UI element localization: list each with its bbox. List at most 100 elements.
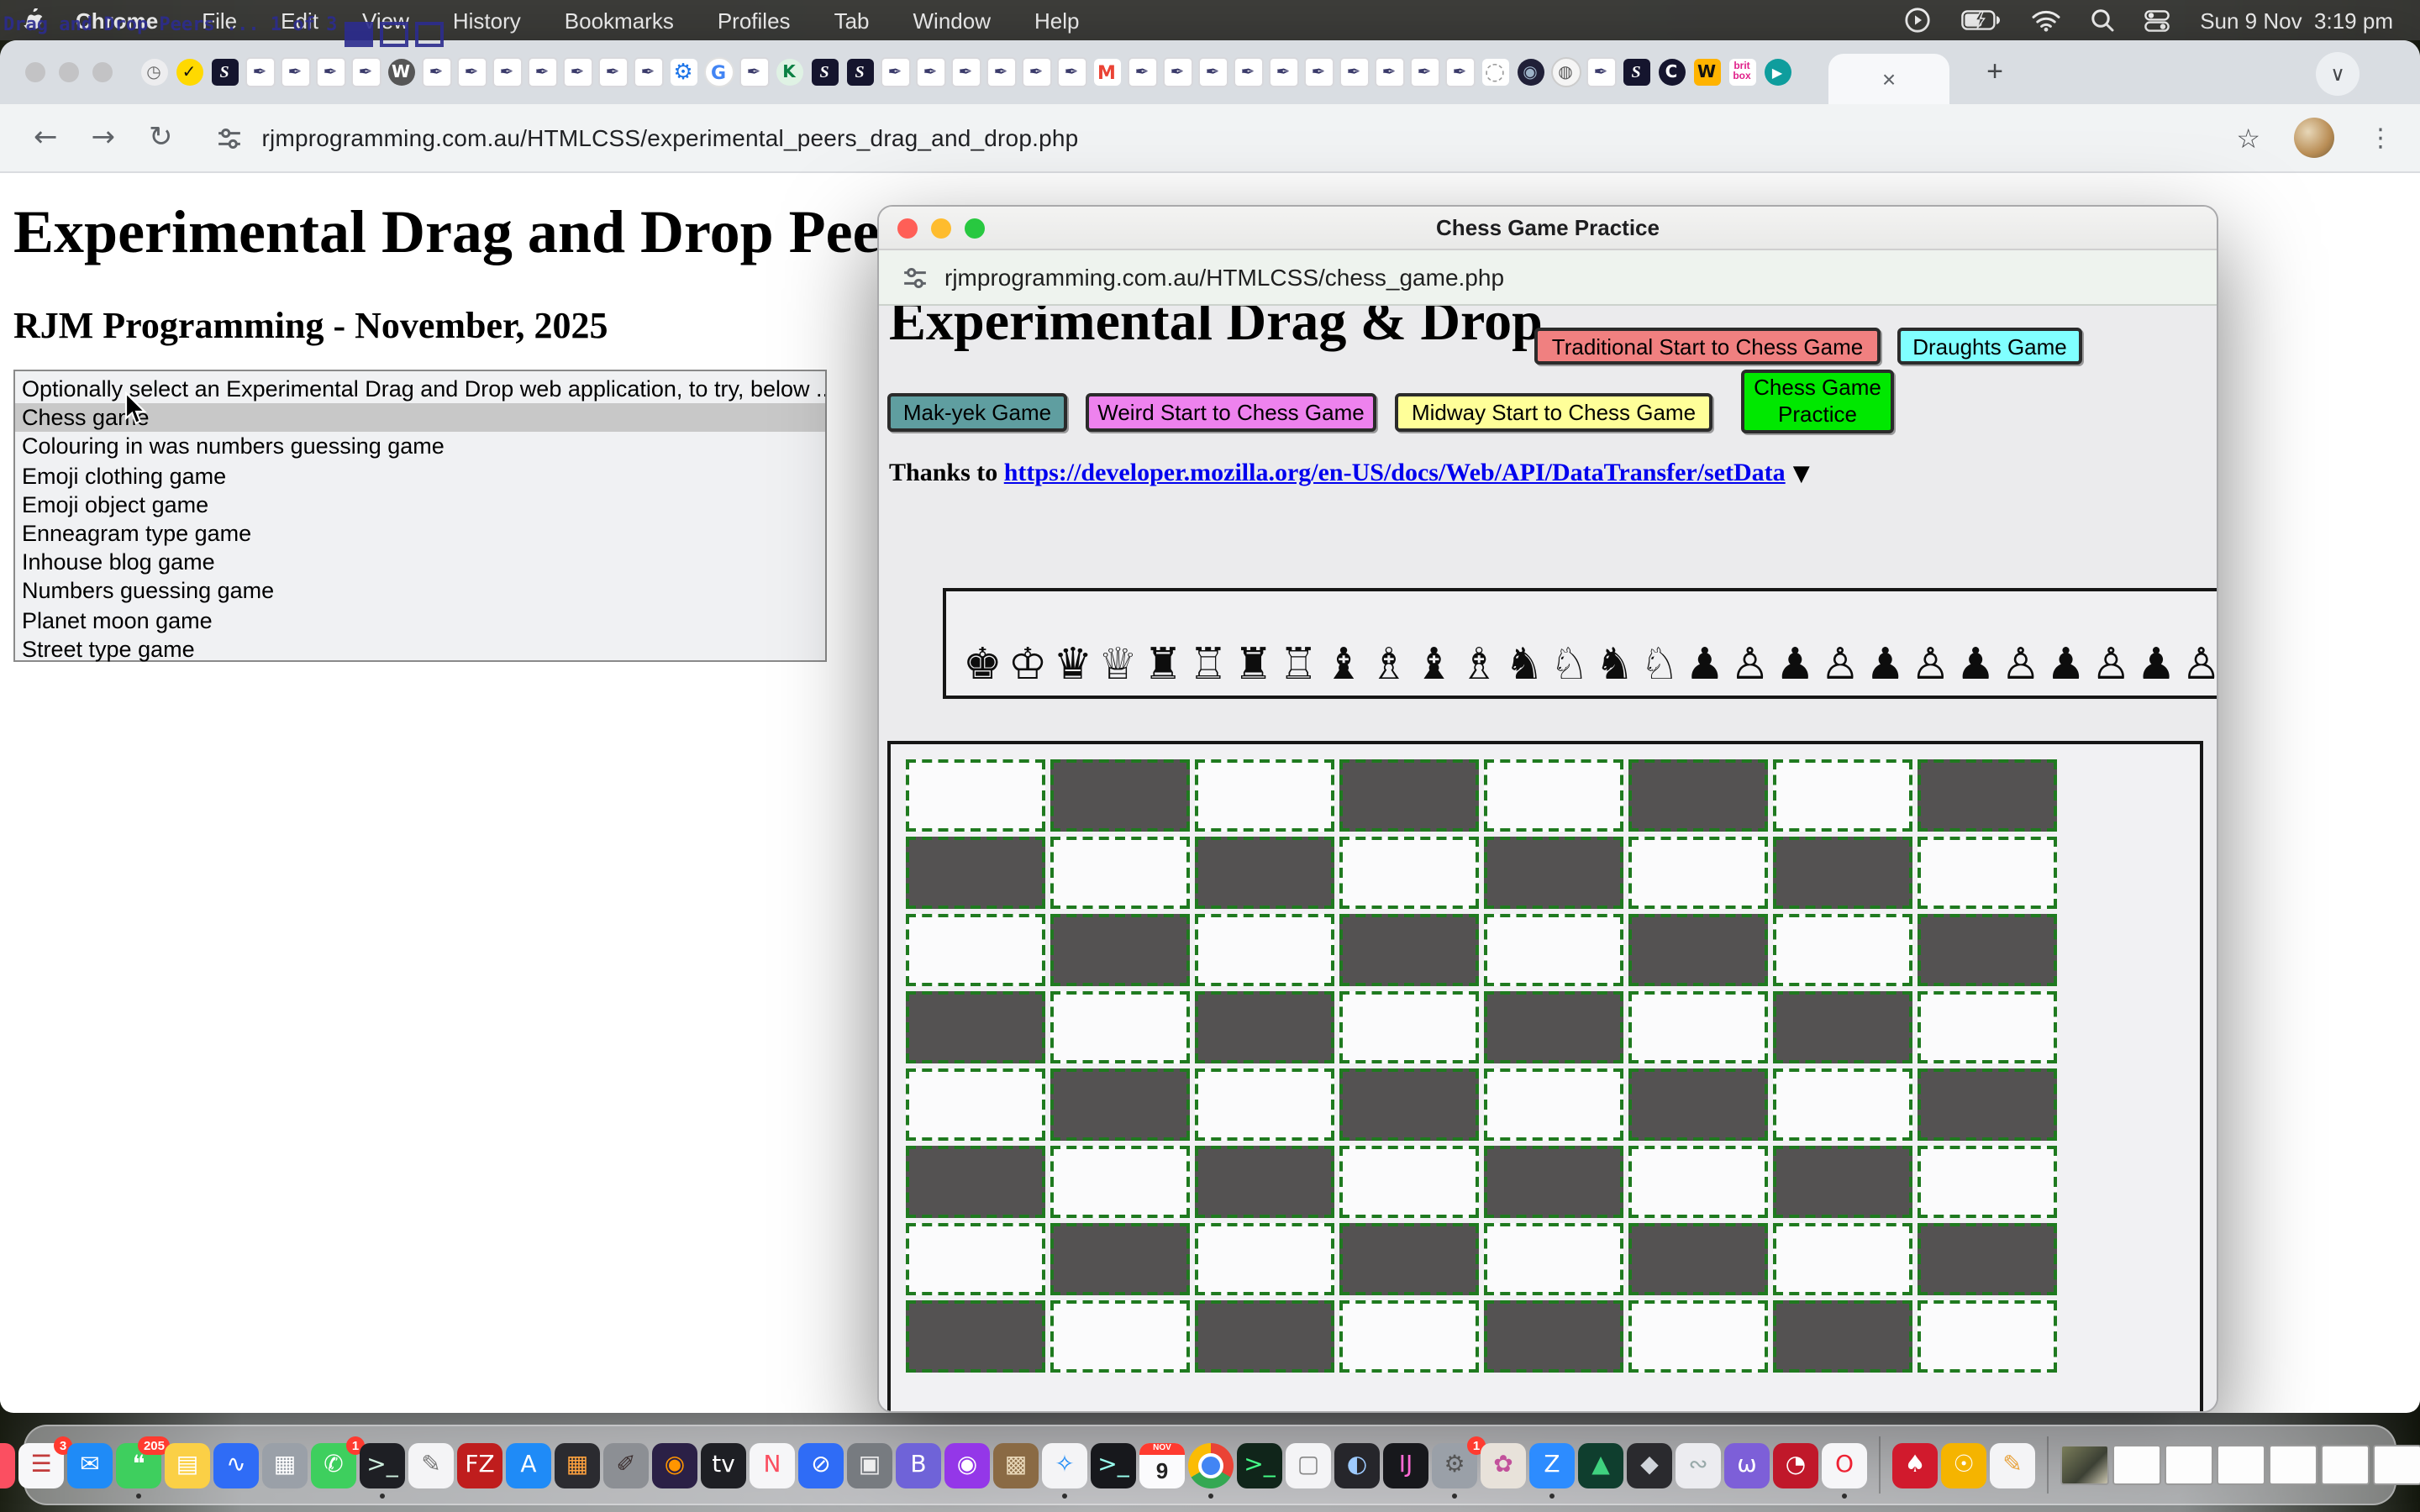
browser-tab[interactable]: ✒ [242,47,277,97]
dock-min-window-1[interactable] [2112,1445,2161,1485]
profile-avatar[interactable] [2294,118,2334,158]
reload-icon[interactable]: ↻ [149,121,173,155]
browser-tab[interactable]: ✒ [1265,47,1301,97]
board-cell[interactable] [1195,759,1334,832]
board-cell[interactable] [1773,1223,1912,1295]
listbox-option[interactable]: Planet moon game [15,606,825,634]
browser-tab[interactable]: ✒ [948,47,983,97]
dock-pages[interactable]: ✎ [1990,1442,2035,1488]
browser-tab[interactable]: ✒ [1583,47,1618,97]
board-cell[interactable] [1918,759,2057,832]
board-cell[interactable] [1918,1146,2057,1218]
site-settings-icon[interactable] [217,125,242,150]
dock-opera[interactable]: O [1822,1442,1867,1488]
browser-tab[interactable]: S [207,47,242,97]
bookmark-star-icon[interactable]: ☆ [2236,122,2260,154]
browser-tab[interactable]: ✒ [1336,47,1371,97]
board-cell[interactable] [906,759,1045,832]
board-cell[interactable] [1918,1223,2057,1295]
dock-intellij[interactable]: IJ [1383,1442,1428,1488]
dock-terminal[interactable]: >_ [360,1442,405,1488]
board-cell[interactable] [1195,1146,1334,1218]
chess-piece[interactable]: ♝ [1324,643,1364,687]
board-cell[interactable] [1773,837,1912,909]
dock-zoom[interactable]: Z [1529,1442,1575,1488]
chess-piece[interactable]: ♜ [1234,643,1273,687]
dock-pastel-cat[interactable]: ω [1724,1442,1770,1488]
browser-tab[interactable]: ✒ [736,47,771,97]
board-cell[interactable] [1339,1223,1479,1295]
browser-tab[interactable]: W [383,47,418,97]
board-cell[interactable] [1628,759,1768,832]
menu-item-file[interactable]: File [202,8,237,33]
browser-tab[interactable]: ✒ [983,47,1018,97]
chess-piece[interactable]: ♟ [1865,643,1905,687]
browser-tab[interactable]: ✒ [313,47,348,97]
dock-screenshot-thumb[interactable] [2060,1445,2109,1485]
board-cell[interactable] [1918,837,2057,909]
dock-facetime[interactable]: ✆1 [311,1442,356,1488]
chess-piece[interactable]: ♟ [1956,643,1996,687]
chess-piece[interactable]: ♞ [1595,643,1634,687]
chess-piece[interactable]: ♚ [963,643,1002,687]
dock-prism[interactable]: ▲ [1578,1442,1623,1488]
dock-bbedit[interactable]: B [896,1442,941,1488]
board-cell[interactable] [1918,991,2057,1063]
board-cell[interactable] [1628,914,1768,986]
chess-piece[interactable]: ♖ [1279,643,1318,687]
board-cell[interactable] [1628,1146,1768,1218]
dock-news[interactable]: N [750,1442,795,1488]
chess-piece[interactable]: ♟ [1776,643,1815,687]
browser-tab[interactable]: ✓ [171,47,207,97]
board-cell[interactable] [1195,914,1334,986]
chess-piece[interactable]: ♜ [1144,643,1183,687]
chess-piece[interactable]: ♔ [1008,643,1048,687]
menu-item-help[interactable]: Help [1034,8,1080,33]
mak-yek-game-button[interactable]: Mak-yek Game [887,393,1067,432]
board-cell[interactable] [1628,1068,1768,1141]
browser-tab[interactable]: ✒ [877,47,913,97]
board-cell[interactable] [906,991,1045,1063]
browser-tab[interactable]: ✒ [348,47,383,97]
browser-tab[interactable]: ✒ [1301,47,1336,97]
board-cell[interactable] [1773,1300,1912,1373]
back-icon[interactable]: ← [34,121,58,155]
draughts-game-button[interactable]: Draughts Game [1897,328,2082,365]
dock-min-window-3[interactable] [2217,1445,2265,1485]
browser-tab[interactable]: ✒ [1371,47,1407,97]
dock-min-window-2[interactable] [2165,1445,2213,1485]
browser-tab[interactable]: ⚙ [666,47,701,97]
board-cell[interactable] [1628,991,1768,1063]
dock-gimp[interactable]: ✐ [603,1442,649,1488]
listbox-option[interactable]: Inhouse blog game [15,548,825,576]
browser-tab[interactable]: ✒ [454,47,489,97]
board-cell[interactable] [1484,837,1623,909]
menu-item-edit[interactable]: Edit [281,8,318,33]
window-controls-inactive[interactable] [25,62,113,82]
chess-piece[interactable]: ♟ [2137,643,2176,687]
dock-appstore[interactable]: A [506,1442,551,1488]
dock-ideas[interactable]: ☉ [1941,1442,1986,1488]
dock-calculator[interactable]: ▦ [555,1442,600,1488]
screen-mirroring-icon[interactable] [1904,7,1931,34]
board-cell[interactable] [906,837,1045,909]
dock-cards[interactable]: ♠ [1892,1442,1938,1488]
chess-piece[interactable]: ♟ [1686,643,1725,687]
listbox-option[interactable]: Emoji object game [15,491,825,519]
chess-piece[interactable]: ♙ [1911,643,1950,687]
board-cell[interactable] [1339,837,1479,909]
chess-piece[interactable]: ♙ [1821,643,1860,687]
dock-reminders[interactable]: ☰3 [18,1442,64,1488]
dock-red-dial[interactable]: ◔ [1773,1442,1818,1488]
tab-search-chevron-icon[interactable]: ∨ [2316,52,2360,96]
board-cell[interactable] [1484,759,1623,832]
apple-logo-icon[interactable] [24,8,45,33]
browser-tab[interactable]: ✒ [1018,47,1054,97]
board-cell[interactable] [1484,1223,1623,1295]
chess-piece[interactable]: ♟ [2046,643,2086,687]
address-bar[interactable]: rjmprogramming.com.au/HTMLCSS/experiment… [262,124,1079,151]
dock-min-window-5[interactable] [2321,1445,2370,1485]
popup-title-bar[interactable]: Chess Game Practice [879,207,2217,250]
chess-piece[interactable]: ♙ [2002,643,2041,687]
browser-tab[interactable]: S [807,47,842,97]
